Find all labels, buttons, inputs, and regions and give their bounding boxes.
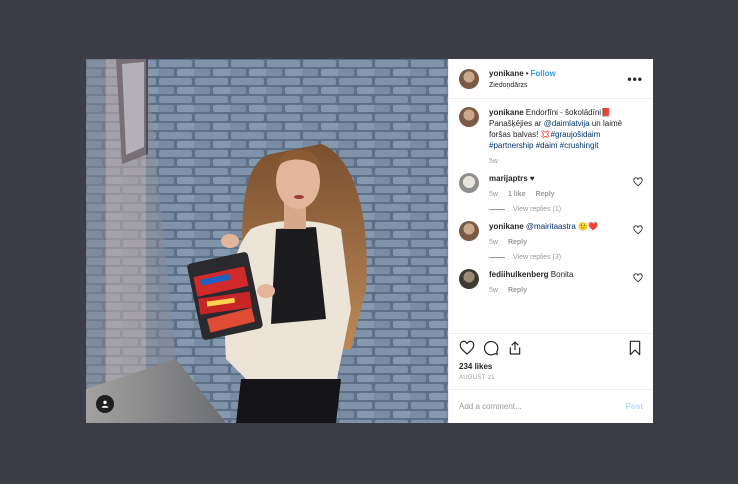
comment-body: marijaptrs ♥ 5w 1 like Reply View replie… <box>489 173 633 215</box>
comment-mention[interactable]: @mairitaastra <box>526 222 576 231</box>
caption-part: Endorfīni - šokolādīni <box>523 108 602 117</box>
comment-meta: 5w Reply <box>489 237 633 248</box>
bookmark-icon[interactable] <box>627 340 643 356</box>
post-location[interactable]: Ziedoņdārzs <box>489 80 627 92</box>
comment-input[interactable] <box>459 402 626 411</box>
action-icons <box>459 340 643 356</box>
user-tag-icon <box>101 400 109 408</box>
comment-meta: 5w Reply <box>489 285 633 296</box>
comment-meta: 5w 1 like Reply <box>489 189 633 200</box>
comment-like-heart-icon[interactable] <box>633 177 643 187</box>
comment-time[interactable]: 5w <box>489 189 498 200</box>
more-options-button[interactable]: ••• <box>627 72 643 86</box>
view-replies-label: View replies (1) <box>513 206 562 213</box>
commenter-avatar[interactable] <box>459 173 479 193</box>
comment-time[interactable]: 5w <box>489 237 498 248</box>
caption-part: Panašķējies ar <box>489 119 544 128</box>
caption-row: yonikane Endorfīni - šokolādīni📕 Panašķē… <box>459 107 643 167</box>
comment-text: Bonita <box>548 270 574 279</box>
comment-likes[interactable]: 1 like <box>508 189 526 200</box>
separator-dot: • <box>525 68 529 78</box>
caption-emoji: 📕 <box>601 108 612 117</box>
comment-emoji: 🙂❤️ <box>575 222 598 231</box>
view-replies-label: View replies (3) <box>513 254 562 261</box>
comment-username[interactable]: fediihulkenberg <box>489 270 549 279</box>
replies-line <box>489 209 505 210</box>
comments-list: yonikane Endorfīni - šokolādīni📕 Panašķē… <box>449 99 653 333</box>
hashtag-link[interactable]: #graujošidaim <box>551 130 601 139</box>
replies-line <box>489 257 505 258</box>
post-actions: 234 likes AUGUST 21 <box>449 333 653 389</box>
view-replies-button[interactable]: View replies (1) <box>489 204 633 215</box>
user-tag-button[interactable] <box>96 395 114 413</box>
caption-emoji: 💢 <box>540 130 551 139</box>
comment-row: fediihulkenberg Bonita 5w Reply <box>459 269 643 296</box>
comment-time[interactable]: 5w <box>489 285 498 296</box>
post-sidebar: yonikane • Follow Ziedoņdārzs ••• yonikane… <box>448 59 653 423</box>
caption-meta: 5w <box>489 156 643 167</box>
comment-body: fediihulkenberg Bonita 5w Reply <box>489 269 633 296</box>
post-modal: yonikane • Follow Ziedoņdārzs ••• yonikane… <box>86 59 653 423</box>
comment-like-heart-icon[interactable] <box>633 273 643 283</box>
caption-username[interactable]: yonikane <box>489 108 524 117</box>
follow-button[interactable]: Follow <box>531 69 556 78</box>
photo-image <box>86 59 448 423</box>
caption-text: yonikane Endorfīni - šokolādīni📕 Panašķē… <box>489 107 643 151</box>
author-username[interactable]: yonikane <box>489 69 524 78</box>
post-date[interactable]: AUGUST 21 <box>459 375 643 389</box>
caption-time[interactable]: 5w <box>489 156 498 167</box>
caption-avatar[interactable] <box>459 107 479 127</box>
caption-body: yonikane Endorfīni - šokolādīni📕 Panašķē… <box>489 107 643 167</box>
reply-button[interactable]: Reply <box>535 189 554 200</box>
caption-mention[interactable]: @daimlatvija <box>544 119 590 128</box>
author-info: yonikane • Follow Ziedoņdārzs <box>489 66 627 92</box>
comment-row: marijaptrs ♥ 5w 1 like Reply View replie… <box>459 173 643 215</box>
post-photo[interactable] <box>86 59 448 423</box>
author-avatar[interactable] <box>459 68 479 89</box>
reply-button[interactable]: Reply <box>508 237 527 248</box>
post-comment-button[interactable]: Post <box>626 402 643 411</box>
hashtag-link[interactable]: #partnership <box>489 141 533 150</box>
comment-icon[interactable] <box>483 340 499 356</box>
comment-body: yonikane @mairitaastra 🙂❤️ 5w Reply View… <box>489 221 633 263</box>
view-replies-button[interactable]: View replies (3) <box>489 252 633 263</box>
commenter-avatar[interactable] <box>459 221 479 241</box>
comment-row: yonikane @mairitaastra 🙂❤️ 5w Reply View… <box>459 221 643 263</box>
post-header: yonikane • Follow Ziedoņdārzs ••• <box>449 59 653 99</box>
hashtag-link[interactable]: #daim <box>536 141 558 150</box>
comment-username[interactable]: marijaptrs <box>489 174 528 183</box>
reply-button[interactable]: Reply <box>508 285 527 296</box>
heart-icon[interactable] <box>459 340 475 356</box>
hashtag-link[interactable]: #crushingit <box>560 141 599 150</box>
add-comment-bar: Post <box>449 389 653 423</box>
comment-like-heart-icon[interactable] <box>633 225 643 235</box>
likes-count[interactable]: 234 likes <box>459 362 643 371</box>
commenter-avatar[interactable] <box>459 269 479 289</box>
comment-username[interactable]: yonikane <box>489 222 524 231</box>
share-icon[interactable] <box>507 340 523 356</box>
comment-text: ♥ <box>527 174 535 183</box>
